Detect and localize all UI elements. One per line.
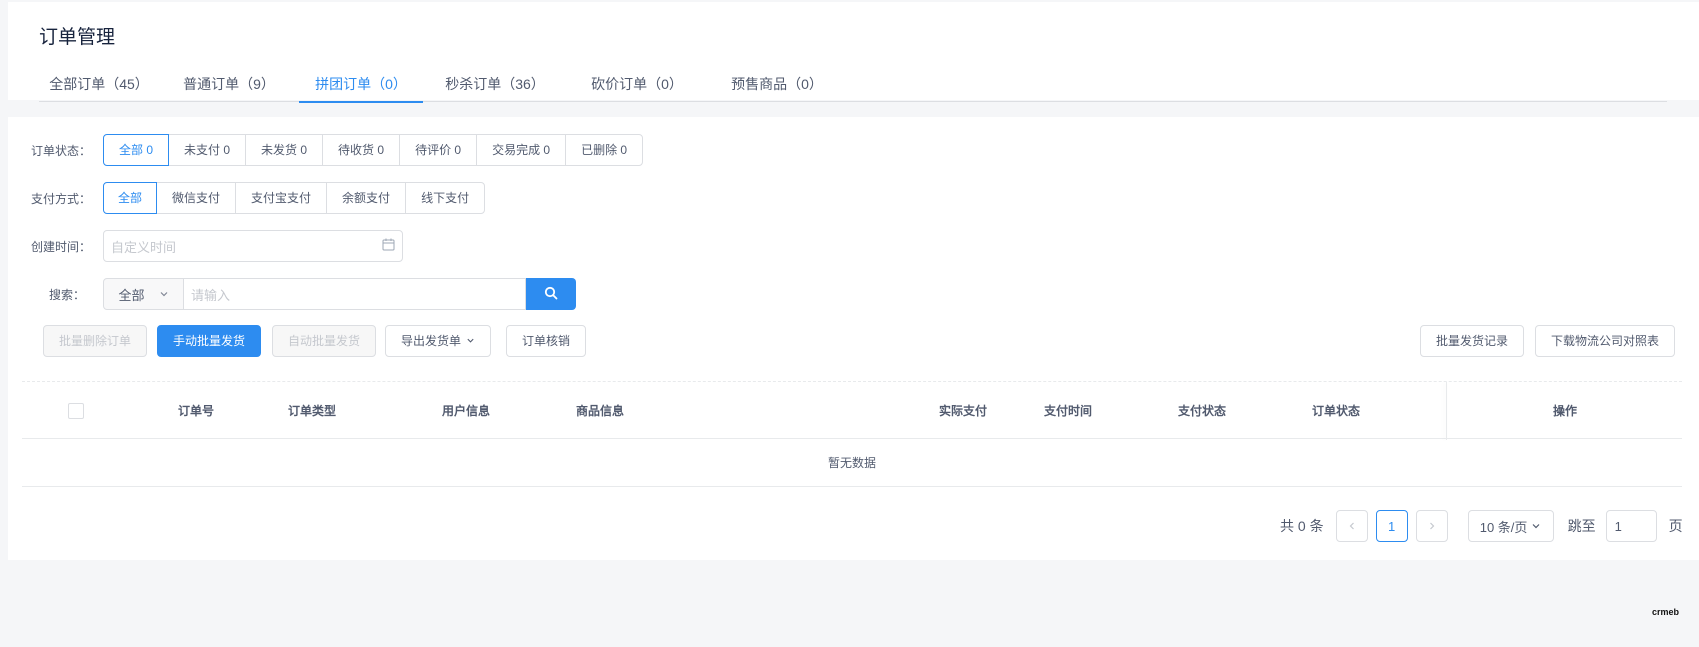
status-pending-review[interactable]: 待评价 0	[399, 134, 478, 166]
batch-ship-records-button[interactable]: 批量发货记录	[1420, 325, 1525, 357]
col-order-type: 订单类型	[288, 404, 337, 418]
manual-batch-ship-button[interactable]: 手动批量发货	[157, 325, 262, 357]
order-status-row: 订单状态： 全部 0 未支付 0 未发货 0 待收货 0 待评价 0 交易完成 …	[31, 134, 644, 166]
total-count: 共 0 条	[1280, 518, 1324, 534]
crmeb-logo: crmeb	[1652, 607, 1680, 617]
col-product-info: 商品信息	[576, 404, 625, 418]
payment-wechat[interactable]: 微信支付	[156, 182, 237, 214]
page-title: 订单管理	[39, 27, 116, 48]
download-logistics-button[interactable]: 下载物流公司对照表	[1535, 325, 1676, 357]
orders-table: 订单号 订单类型 用户信息 商品信息 实际支付 支付时间 支付状态 订单状态 操…	[22, 381, 1682, 487]
table-header: 订单号 订单类型 用户信息 商品信息 实际支付 支付时间 支付状态 订单状态 操…	[22, 381, 1682, 440]
page-number-button[interactable]: 1	[1375, 510, 1408, 542]
auto-batch-ship-button[interactable]: 自动批量发货	[272, 325, 377, 357]
chevron-right-icon	[1427, 519, 1437, 534]
select-all-checkbox[interactable]	[68, 403, 84, 419]
search-scope-select[interactable]: 全部	[103, 278, 184, 310]
col-user-info: 用户信息	[442, 404, 491, 418]
chevron-down-icon	[466, 326, 475, 356]
col-payment-time: 支付时间	[1044, 404, 1093, 418]
payment-method-label: 支付方式：	[31, 191, 92, 206]
jump-page-input[interactable]: 1	[1605, 510, 1657, 542]
search-row: 搜索： 全部 请输入	[31, 278, 576, 310]
payment-all[interactable]: 全部	[103, 182, 158, 214]
col-actual-payment: 实际支付	[939, 404, 988, 418]
order-status-label: 订单状态：	[31, 143, 92, 158]
batch-delete-button[interactable]: 批量删除订单	[43, 325, 148, 357]
search-scope-value: 全部	[118, 287, 145, 303]
chevron-left-icon	[1347, 519, 1357, 534]
tab-all-orders[interactable]: 全部订单（45）	[39, 70, 159, 102]
next-page-button[interactable]	[1415, 510, 1448, 542]
date-range-picker[interactable]: 自定义时间	[103, 230, 403, 262]
table-empty-text: 暂无数据	[22, 439, 1682, 487]
payment-method-row: 支付方式： 全部 微信支付 支付宝支付 余额支付 线下支付	[31, 182, 486, 214]
order-type-tabs: 全部订单（45） 普通订单（9） 拼团订单（0） 秒杀订单（36） 砍价订单（0…	[39, 70, 1667, 103]
created-time-row: 创建时间： 自定义时间	[31, 230, 403, 262]
payment-method-group: 全部 微信支付 支付宝支付 余额支付 线下支付	[103, 182, 486, 214]
calendar-icon	[382, 238, 395, 254]
col-payment-status: 支付状态	[1178, 404, 1227, 418]
payment-alipay[interactable]: 支付宝支付	[235, 182, 328, 214]
search-icon	[544, 286, 558, 303]
fixed-column-divider	[1446, 382, 1447, 440]
search-placeholder: 请输入	[191, 287, 231, 303]
col-order-status: 订单状态	[1312, 404, 1361, 418]
tab-seckill-orders[interactable]: 秒杀订单（36）	[423, 70, 567, 102]
status-unpaid[interactable]: 未支付 0	[168, 134, 247, 166]
created-time-label: 创建时间：	[31, 239, 92, 254]
payment-offline[interactable]: 线下支付	[405, 182, 486, 214]
prev-page-button[interactable]	[1335, 510, 1368, 542]
pagination: 共 0 条 1 10 条/页 跳至 1 页	[1280, 510, 1683, 542]
search-button[interactable]	[526, 278, 576, 310]
order-verify-button[interactable]: 订单核销	[506, 325, 587, 357]
status-completed[interactable]: 交易完成 0	[476, 134, 567, 166]
search-label: 搜索：	[48, 287, 85, 302]
page-size-select[interactable]: 10 条/页	[1467, 510, 1554, 542]
tab-bargain-orders[interactable]: 砍价订单（0）	[567, 70, 707, 102]
order-status-group: 全部 0 未支付 0 未发货 0 待收货 0 待评价 0 交易完成 0 已删除 …	[103, 134, 644, 166]
header-card: 订单管理 全部订单（45） 普通订单（9） 拼团订单（0） 秒杀订单（36） 砍…	[8, 2, 1699, 103]
tab-presale-products[interactable]: 预售商品（0）	[707, 70, 847, 102]
page-size-value: 10 条/页	[1479, 519, 1528, 535]
export-shipping-button[interactable]: 导出发货单	[385, 325, 492, 357]
date-placeholder: 自定义时间	[111, 239, 177, 255]
status-pending-receipt[interactable]: 待收货 0	[322, 134, 401, 166]
col-operations: 操作	[1553, 404, 1578, 418]
tab-normal-orders[interactable]: 普通订单（9）	[159, 70, 299, 102]
col-order-no: 订单号	[178, 404, 215, 418]
jump-label: 跳至	[1567, 518, 1596, 534]
export-shipping-label: 导出发货单	[401, 334, 462, 348]
status-deleted[interactable]: 已删除 0	[565, 134, 644, 166]
page-suffix: 页	[1668, 518, 1683, 534]
chevron-down-icon	[1531, 519, 1541, 534]
chevron-down-icon	[159, 287, 169, 302]
search-group: 全部 请输入	[103, 278, 576, 310]
search-input[interactable]: 请输入	[184, 278, 526, 310]
tab-group-orders[interactable]: 拼团订单（0）	[299, 70, 423, 103]
payment-balance[interactable]: 余额支付	[326, 182, 407, 214]
status-all[interactable]: 全部 0	[103, 134, 170, 166]
status-unshipped[interactable]: 未发货 0	[245, 134, 324, 166]
